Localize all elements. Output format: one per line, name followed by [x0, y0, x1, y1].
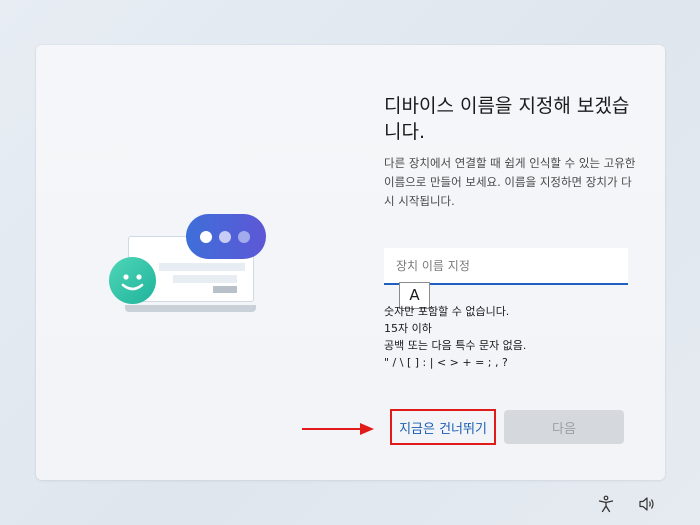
red-arrow-annotation: [302, 421, 374, 435]
rule-item: " / \ [ ] : | < > + = ; , ?: [384, 356, 508, 369]
rule-item: 공백 또는 다음 특수 문자 없음.: [384, 339, 527, 352]
skip-highlight-box: 지금은 건너뛰기: [390, 409, 496, 445]
chat-bubble-icon: [186, 214, 266, 259]
next-button[interactable]: 다음: [504, 410, 624, 444]
laptop-base: [125, 305, 256, 312]
rule-item: 15자 이하: [384, 322, 432, 335]
device-name-input[interactable]: [384, 248, 628, 283]
name-rules: 숫자만 포함할 수 없습니다. 15자 이하 공백 또는 다음 특수 문자 없음…: [384, 303, 644, 371]
skip-for-now-button[interactable]: 지금은 건너뛰기: [392, 411, 494, 443]
volume-icon[interactable]: [638, 496, 656, 516]
rule-item: 숫자만 포함할 수 없습니다.: [384, 305, 510, 318]
device-name-field[interactable]: [384, 248, 628, 285]
accessibility-icon[interactable]: [597, 495, 615, 517]
device-name-illustration: [108, 212, 268, 322]
page-title: 디바이스 이름을 지정해 보겠습니다.: [384, 95, 630, 143]
page-description: 다른 장치에서 연결할 때 쉽게 인식할 수 있는 고유한 이름으로 만들어 보…: [384, 156, 636, 208]
smiley-face-icon: [109, 257, 156, 304]
